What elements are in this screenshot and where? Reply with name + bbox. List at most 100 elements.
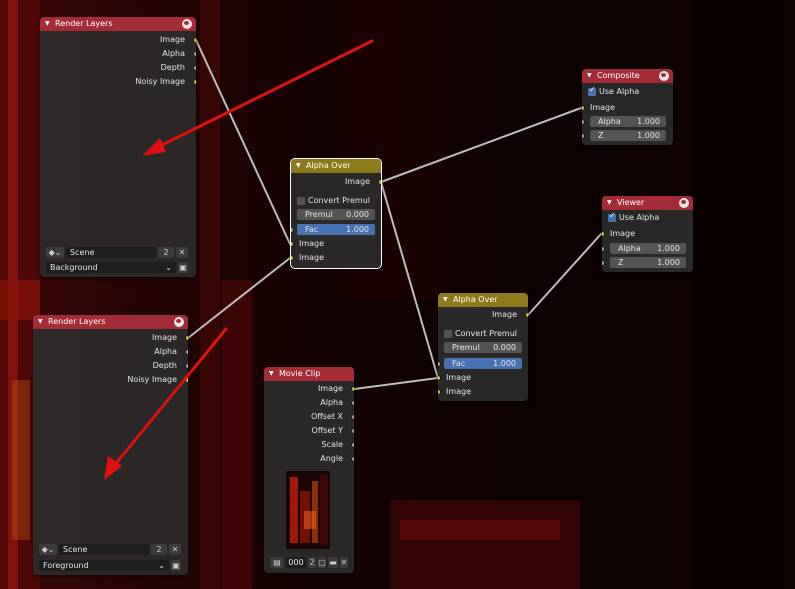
output-label-offset-x: Offset X: [310, 412, 343, 421]
composite-node[interactable]: ▼ Composite Use Alpha Image Alpha1.000 Z…: [582, 69, 673, 145]
node-header[interactable]: ▼ Render Layers: [33, 315, 188, 329]
output-label-image: Image: [491, 310, 517, 319]
premul-field[interactable]: Premul 0.000: [444, 342, 522, 353]
node-header[interactable]: ▼ Alpha Over: [291, 159, 381, 173]
node-title: Alpha Over: [306, 161, 351, 170]
collapse-arrow-icon[interactable]: ▼: [607, 196, 612, 210]
input-socket-z[interactable]: [602, 260, 605, 266]
node-header[interactable]: ▼ Render Layers: [40, 17, 196, 31]
output-socket-depth[interactable]: [185, 363, 188, 369]
fake-user-icon[interactable]: ▢: [318, 557, 326, 568]
node-title: Render Layers: [55, 19, 113, 28]
input-socket-image[interactable]: [602, 231, 605, 237]
collapse-arrow-icon[interactable]: ▼: [587, 69, 592, 83]
collapse-arrow-icon[interactable]: ▼: [45, 17, 50, 31]
output-socket-offset-y[interactable]: [351, 428, 354, 434]
use-alpha-label: Use Alpha: [599, 87, 640, 96]
render-globe-icon[interactable]: [679, 198, 689, 208]
copy-icon[interactable]: ▣: [171, 560, 181, 571]
render-layers-node-foreground[interactable]: ▼ Render Layers Image Alpha Depth Noisy …: [33, 315, 188, 575]
alpha-over-node-2[interactable]: ▼ Alpha Over Image Convert Premul Premul…: [438, 293, 528, 401]
output-label-image: Image: [344, 177, 370, 186]
collapse-arrow-icon[interactable]: ▼: [296, 159, 301, 173]
scene-name-field[interactable]: Scene: [59, 544, 149, 555]
output-label-alpha: Alpha: [154, 347, 177, 356]
output-socket-image[interactable]: [193, 37, 196, 43]
output-label-noisy-image: Noisy Image: [135, 77, 185, 86]
z-field[interactable]: Z 1.000: [590, 130, 666, 141]
alpha-field[interactable]: Alpha 1.000: [590, 116, 666, 127]
input-label-image: Image: [590, 103, 616, 112]
folder-icon[interactable]: ▬: [328, 557, 338, 568]
collapse-arrow-icon[interactable]: ▼: [443, 293, 448, 307]
convert-premul-checkbox[interactable]: [297, 197, 305, 205]
output-label-noisy-image: Noisy Image: [127, 375, 177, 384]
input-socket-image-1[interactable]: [291, 241, 294, 247]
render-layers-node-background[interactable]: ▼ Render Layers Image Alpha Depth Noisy …: [40, 17, 196, 277]
input-socket-z[interactable]: [582, 133, 585, 139]
use-alpha-label: Use Alpha: [619, 213, 660, 222]
collapse-arrow-icon[interactable]: ▼: [269, 367, 274, 381]
node-header[interactable]: ▼ Viewer: [602, 196, 693, 210]
scene-browse-icon[interactable]: ◆⌄: [39, 544, 57, 555]
copy-icon[interactable]: ▣: [178, 262, 188, 273]
input-socket-fac[interactable]: [291, 227, 294, 233]
input-socket-image-2[interactable]: [438, 389, 441, 395]
clip-preview-image: [286, 471, 330, 549]
output-socket-image[interactable]: [525, 312, 528, 318]
scene-users-count[interactable]: 2: [158, 247, 174, 258]
convert-premul-checkbox[interactable]: [444, 330, 452, 338]
output-socket-image[interactable]: [185, 335, 188, 341]
node-header[interactable]: ▼ Alpha Over: [438, 293, 528, 307]
alpha-over-node-1[interactable]: ▼ Alpha Over Image Convert Premul Premul…: [290, 158, 382, 269]
input-socket-image[interactable]: [582, 105, 585, 111]
input-socket-image-2[interactable]: [291, 255, 294, 261]
scene-browse-icon[interactable]: ◆⌄: [46, 247, 64, 258]
node-header[interactable]: ▼ Movie Clip: [264, 367, 354, 381]
fac-slider[interactable]: Fac 1.000: [297, 224, 375, 235]
node-header[interactable]: ▼ Composite: [582, 69, 673, 83]
unlink-icon[interactable]: ✕: [340, 557, 348, 568]
scene-unlink-icon[interactable]: ✕: [169, 544, 181, 555]
node-title: Viewer: [617, 198, 645, 207]
output-socket-alpha[interactable]: [185, 349, 188, 355]
use-alpha-checkbox[interactable]: [588, 85, 596, 96]
scene-users-count[interactable]: 2: [151, 544, 167, 555]
output-label-alpha: Alpha: [162, 49, 185, 58]
output-socket-depth[interactable]: [193, 65, 196, 71]
output-socket-scale[interactable]: [351, 442, 354, 448]
render-globe-icon[interactable]: [174, 317, 184, 327]
render-globe-icon[interactable]: [659, 71, 669, 81]
output-socket-image[interactable]: [378, 179, 381, 185]
input-socket-fac[interactable]: [438, 361, 441, 367]
view-layer-dropdown[interactable]: Background ⌄: [46, 262, 176, 273]
input-socket-image-1[interactable]: [438, 375, 441, 381]
scene-unlink-icon[interactable]: ✕: [176, 247, 188, 258]
view-layer-dropdown[interactable]: Foreground ⌄: [39, 560, 169, 571]
render-globe-icon[interactable]: [182, 19, 192, 29]
input-label-image-1: Image: [446, 373, 472, 382]
z-field[interactable]: Z 1.000: [610, 257, 686, 268]
viewer-node[interactable]: ▼ Viewer Use Alpha Image Alpha1.000 Z1.0…: [602, 196, 693, 272]
output-socket-noisy-image[interactable]: [185, 377, 188, 383]
output-socket-angle[interactable]: [351, 456, 354, 462]
output-socket-alpha[interactable]: [351, 400, 354, 406]
output-socket-alpha[interactable]: [193, 51, 196, 57]
clip-users-count[interactable]: 2: [308, 557, 316, 568]
scene-name-field[interactable]: Scene: [66, 247, 156, 258]
input-socket-alpha[interactable]: [602, 246, 605, 252]
input-socket-alpha[interactable]: [582, 119, 585, 125]
output-label-image: Image: [159, 35, 185, 44]
alpha-field[interactable]: Alpha 1.000: [610, 243, 686, 254]
premul-field[interactable]: Premul 0.000: [297, 209, 375, 220]
movie-clip-node[interactable]: ▼ Movie Clip Image Alpha Offset X Offset…: [264, 367, 354, 573]
clip-name-field[interactable]: 000: [286, 557, 306, 568]
fac-slider[interactable]: Fac 1.000: [444, 358, 522, 369]
collapse-arrow-icon[interactable]: ▼: [38, 315, 43, 329]
output-label-scale: Scale: [321, 440, 343, 449]
output-socket-offset-x[interactable]: [351, 414, 354, 420]
use-alpha-checkbox[interactable]: [608, 211, 616, 222]
output-socket-noisy-image[interactable]: [193, 79, 196, 85]
clapper-icon[interactable]: ▤: [270, 557, 284, 568]
output-socket-image[interactable]: [351, 386, 354, 392]
